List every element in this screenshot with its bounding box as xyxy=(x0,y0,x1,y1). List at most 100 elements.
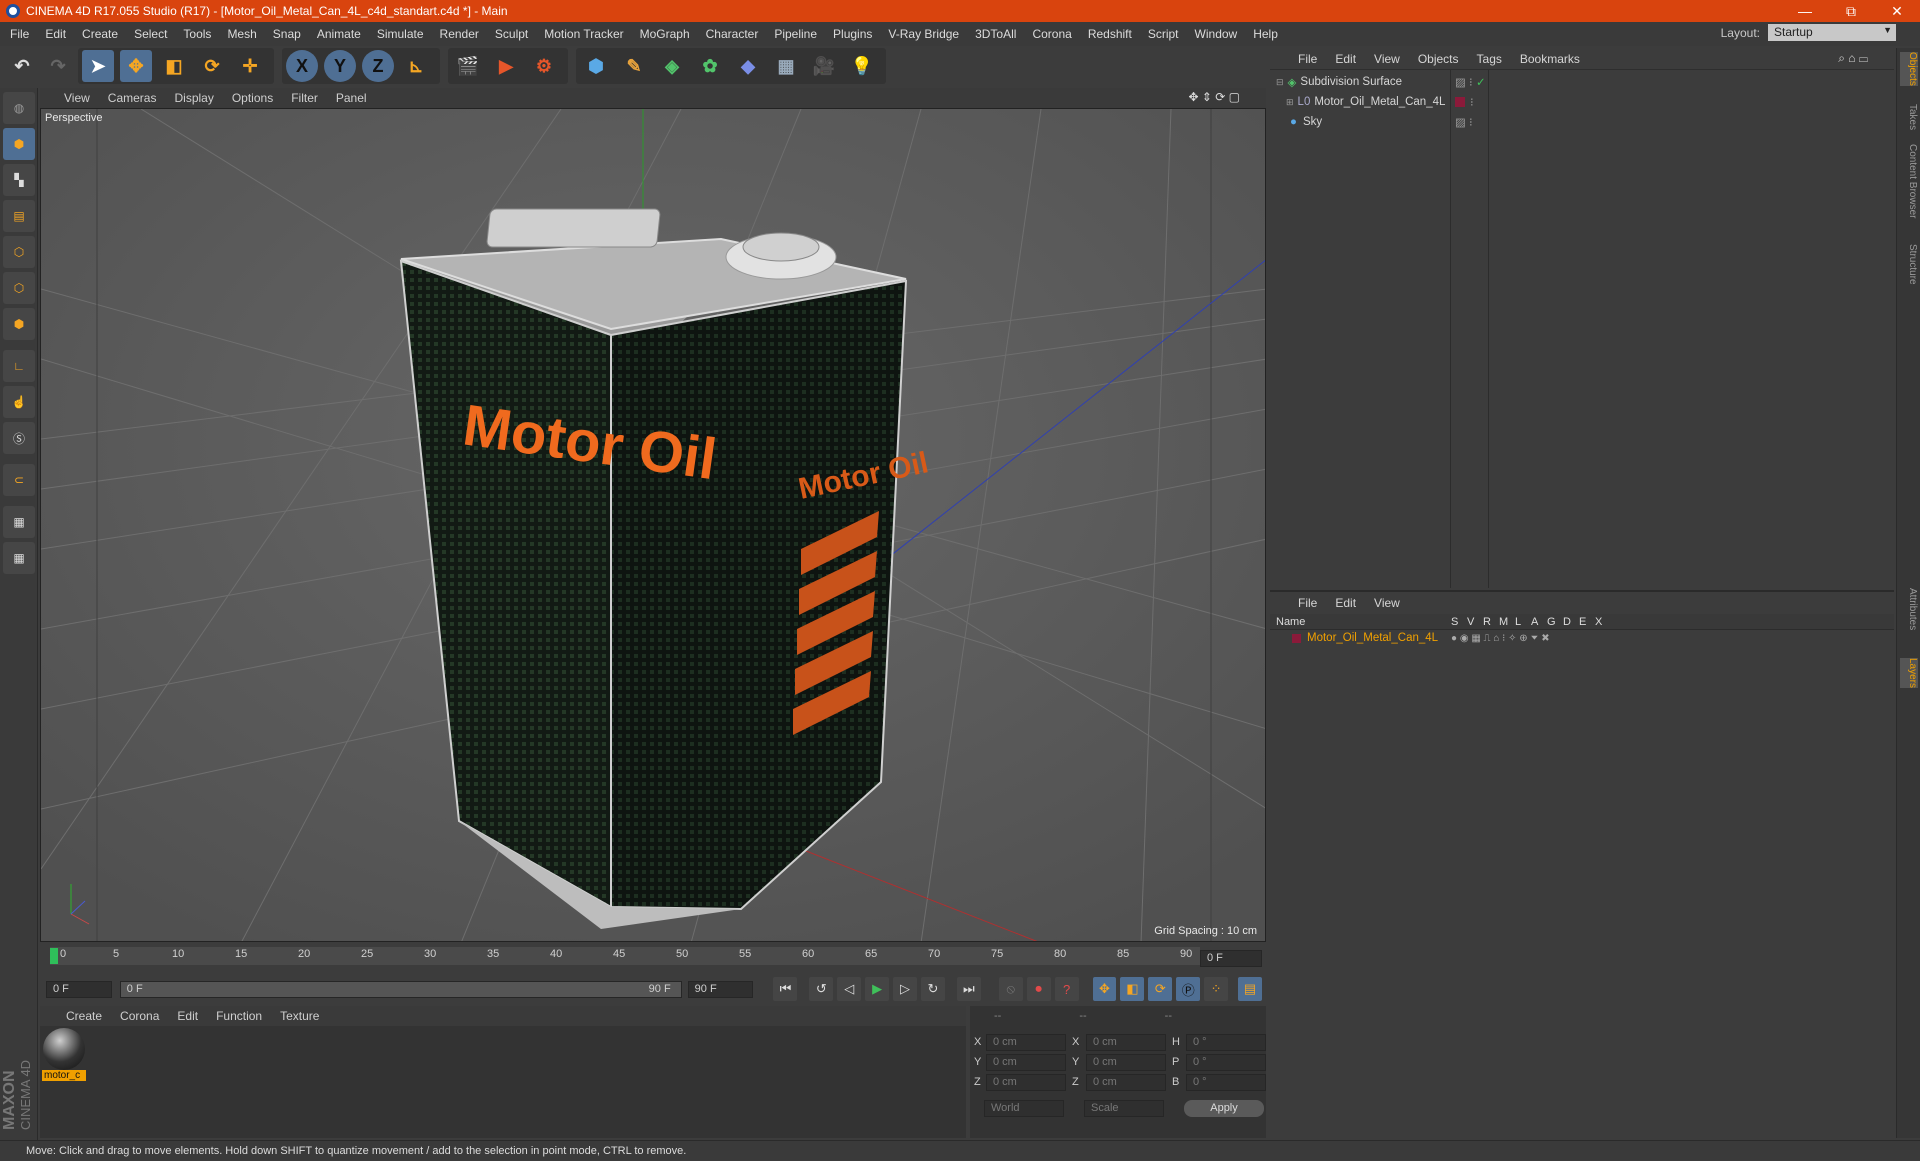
record-keys-icon[interactable]: ⦸ xyxy=(998,977,1023,1001)
viewport-menu-panel[interactable]: Panel xyxy=(336,91,367,105)
layer-row[interactable]: Motor_Oil_Metal_Can_4L ● ◉ ▦ ⎍ ⌂ ⁝ ✧ ⊕ ⏷… xyxy=(1270,630,1894,646)
layer-toggles[interactable]: ● ◉ ▦ ⎍ ⌂ ⁝ ✧ ⊕ ⏷ ✖ xyxy=(1451,633,1550,644)
menu-mesh[interactable]: Mesh xyxy=(227,27,256,41)
material-menu-corona[interactable]: Corona xyxy=(120,1009,159,1023)
rot-h-field[interactable]: 0 ° xyxy=(1186,1033,1266,1051)
planar-workplane-icon[interactable]: ▦ xyxy=(3,542,35,574)
previous-frame-icon[interactable]: ◁ xyxy=(837,977,862,1001)
menu-create[interactable]: Create xyxy=(82,27,118,41)
cloner-icon[interactable]: ✿ xyxy=(694,50,726,82)
menu-help[interactable]: Help xyxy=(1253,27,1278,41)
tab-attributes[interactable]: Attributes xyxy=(1900,588,1918,630)
rot-b-field[interactable]: 0 ° xyxy=(1186,1073,1266,1091)
expand-icon[interactable]: ⊞ xyxy=(1286,97,1294,108)
tab-takes[interactable]: Takes xyxy=(1900,104,1918,130)
render-picture-viewer-icon[interactable]: ▶ xyxy=(490,50,522,82)
viewport-menu-cameras[interactable]: Cameras xyxy=(108,91,157,105)
menu-mograph[interactable]: MoGraph xyxy=(640,27,690,41)
menu-3dtoall[interactable]: 3DToAll xyxy=(975,27,1016,41)
tab-structure[interactable]: Structure xyxy=(1900,244,1918,285)
snap-magnet-icon[interactable]: ⊂ xyxy=(3,464,35,496)
light-icon[interactable]: 💡 xyxy=(846,50,878,82)
scale-icon[interactable]: ◧ xyxy=(158,50,190,82)
menu-redshift[interactable]: Redshift xyxy=(1088,27,1132,41)
size-y-field[interactable]: 0 cm xyxy=(1086,1053,1166,1071)
menu-vray-bridge[interactable]: V-Ray Bridge xyxy=(888,27,959,41)
enabled-check-icon[interactable]: ✓ xyxy=(1476,75,1486,89)
y-axis-lock-button[interactable]: Y xyxy=(324,50,356,82)
object-row-can[interactable]: ⊞ L0 Motor_Oil_Metal_Can_4L ⁝ xyxy=(1270,92,1894,112)
transform-icon[interactable]: ✛ xyxy=(234,50,266,82)
autokey-icon[interactable]: ⏺ xyxy=(1026,977,1051,1001)
move-icon[interactable]: ✥ xyxy=(120,50,152,82)
material-menu-create[interactable]: Create xyxy=(66,1009,102,1023)
key-pla-icon[interactable]: ⁘ xyxy=(1204,977,1229,1001)
size-mode-dropdown[interactable]: Scale xyxy=(1084,1100,1164,1117)
z-axis-lock-button[interactable]: Z xyxy=(362,50,394,82)
start-frame-field[interactable]: 0 F xyxy=(46,980,112,998)
visibility-toggle[interactable]: ▨ ⁝ xyxy=(1455,75,1473,89)
cube-object-icon[interactable]: ⬢ xyxy=(580,50,612,82)
obj-menu-file[interactable]: File xyxy=(1298,52,1317,66)
floor-icon[interactable]: ▦ xyxy=(770,50,802,82)
menu-corona[interactable]: Corona xyxy=(1032,27,1071,41)
visibility-toggle[interactable]: ⁝ xyxy=(1470,95,1474,109)
points-mode-icon[interactable]: ⬡ xyxy=(3,236,35,268)
polygons-mode-icon[interactable]: ⬢ xyxy=(3,308,35,340)
obj-menu-view[interactable]: View xyxy=(1374,52,1400,66)
collapse-icon[interactable]: ⊟ xyxy=(1276,77,1284,88)
layer-menu-file[interactable]: File xyxy=(1298,596,1317,610)
obj-search-icon[interactable]: ⌕ ⌂ ▭ xyxy=(1838,51,1868,66)
menu-plugins[interactable]: Plugins xyxy=(833,27,872,41)
size-z-field[interactable]: 0 cm xyxy=(1086,1073,1166,1091)
redo-button[interactable]: ↷ xyxy=(42,50,74,82)
tweak-mode-icon[interactable]: ☝ xyxy=(3,386,35,418)
play-icon[interactable]: ▶ xyxy=(865,977,890,1001)
solo-mode-icon[interactable]: Ⓢ xyxy=(3,422,35,454)
viewport-menu-view[interactable]: View xyxy=(64,91,90,105)
restore-button[interactable]: ⧉ xyxy=(1828,0,1874,22)
viewport-menu-display[interactable]: Display xyxy=(174,91,213,105)
viewport-menu-options[interactable]: Options xyxy=(232,91,273,105)
menu-script[interactable]: Script xyxy=(1148,27,1179,41)
menu-edit[interactable]: Edit xyxy=(45,27,66,41)
viewport-menu-filter[interactable]: Filter xyxy=(291,91,318,105)
visibility-toggle[interactable]: ▨ ⁝ xyxy=(1455,115,1473,129)
timeline-window-icon[interactable]: ▤ xyxy=(1238,977,1262,1001)
menu-simulate[interactable]: Simulate xyxy=(377,27,424,41)
material-menu-function[interactable]: Function xyxy=(216,1009,262,1023)
previous-key-icon[interactable]: ↺ xyxy=(809,977,834,1001)
layer-menu-edit[interactable]: Edit xyxy=(1335,596,1356,610)
timeline-ruler[interactable]: 0 5 10 15 20 25 30 35 40 45 50 55 60 65 … xyxy=(40,944,1266,974)
size-x-field[interactable]: 0 cm xyxy=(1086,1033,1166,1051)
material-swatch[interactable]: motor_c xyxy=(42,1028,86,1086)
spline-pen-icon[interactable]: ✎ xyxy=(618,50,650,82)
menu-animate[interactable]: Animate xyxy=(317,27,361,41)
menu-sculpt[interactable]: Sculpt xyxy=(495,27,528,41)
edges-mode-icon[interactable]: ⬡ xyxy=(3,272,35,304)
material-menu-edit[interactable]: Edit xyxy=(177,1009,198,1023)
key-rotation-icon[interactable]: ⟳ xyxy=(1148,977,1173,1001)
viewport-nav-icons[interactable]: ✥ ⇕ ⟳ ▢ xyxy=(1188,90,1240,104)
object-row-subdivision[interactable]: ⊟ ◈ Subdivision Surface ▨ ⁝ ✓ xyxy=(1270,72,1894,92)
playhead-marker[interactable] xyxy=(50,948,58,964)
layout-dropdown[interactable]: Startup ▼ xyxy=(1768,24,1896,41)
undo-button[interactable]: ↶ xyxy=(6,50,38,82)
minimize-button[interactable]: — xyxy=(1782,0,1828,22)
texture-mode-icon[interactable]: ▚ xyxy=(3,164,35,196)
obj-menu-tags[interactable]: Tags xyxy=(1477,52,1502,66)
object-row-sky[interactable]: ● Sky ▨ ⁝ xyxy=(1270,112,1894,132)
menu-pipeline[interactable]: Pipeline xyxy=(774,27,817,41)
rotate-icon[interactable]: ⟳ xyxy=(196,50,228,82)
menu-character[interactable]: Character xyxy=(706,27,759,41)
rot-p-field[interactable]: 0 ° xyxy=(1186,1053,1266,1071)
key-scale-icon[interactable]: ◧ xyxy=(1120,977,1145,1001)
perspective-viewport[interactable]: Motor Oil Motor Oil Perspective Grid Spa… xyxy=(40,108,1266,942)
pos-x-field[interactable]: 0 cm xyxy=(986,1033,1066,1051)
coord-system-dropdown[interactable]: World xyxy=(984,1100,1064,1117)
obj-menu-bookmarks[interactable]: Bookmarks xyxy=(1520,52,1580,66)
model-mode-icon[interactable]: ⬢ xyxy=(3,128,35,160)
next-key-icon[interactable]: ↻ xyxy=(921,977,945,1001)
render-view-icon[interactable]: 🎬 xyxy=(452,50,484,82)
select-cursor-icon[interactable]: ➤ xyxy=(82,50,114,82)
